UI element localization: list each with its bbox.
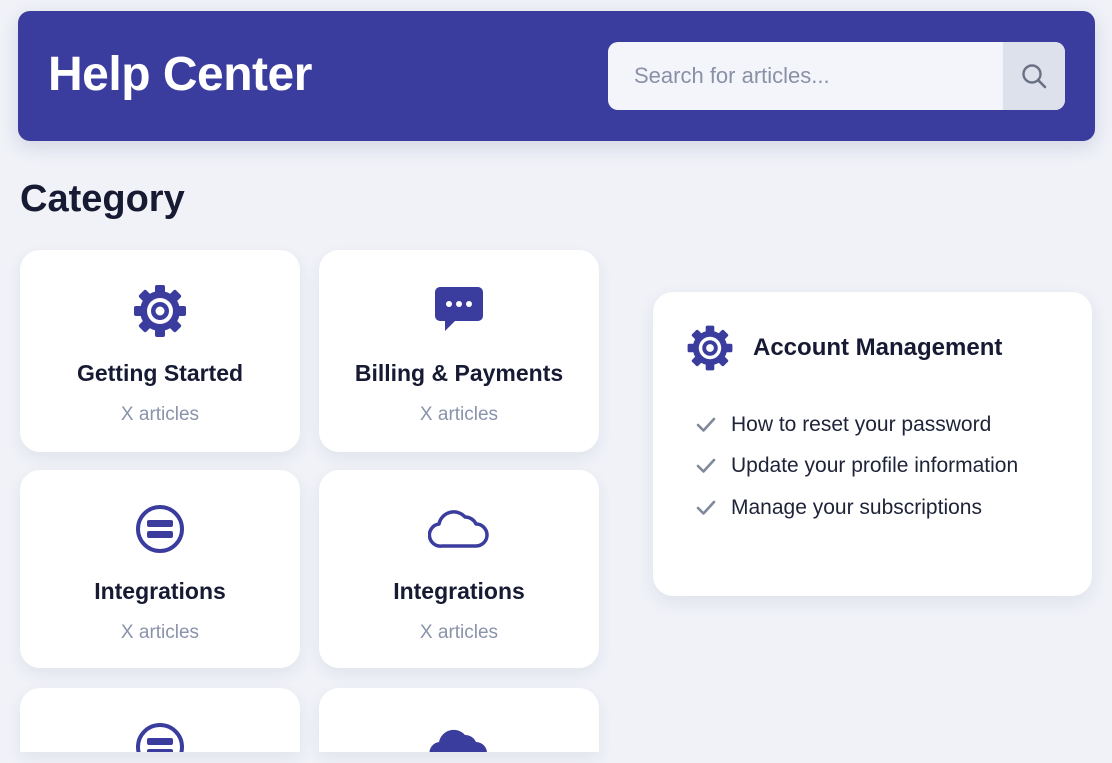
category-card-count: X articles [419, 404, 499, 425]
article-link-label: Update your profile information [731, 454, 1019, 478]
category-card-integrations[interactable]: Integrations X articles [20, 470, 300, 668]
category-card-title: Getting Started [76, 360, 244, 386]
header-bar: Help Center [18, 11, 1095, 141]
article-link-label: Manage your subscriptions [731, 495, 982, 519]
cloud-icon [429, 729, 487, 752]
search-button[interactable] [1003, 42, 1065, 110]
cloud-icon [428, 510, 489, 548]
search-icon [1022, 64, 1047, 89]
category-card-partial-2[interactable] [319, 688, 599, 752]
panel-article-list: How to reset your password Update your p… [695, 404, 1018, 529]
section-heading: Category [20, 178, 185, 220]
article-link-manage-subscriptions[interactable]: Manage your subscriptions [695, 487, 1018, 529]
article-link-reset-password[interactable]: How to reset your password [695, 404, 1018, 446]
check-icon [695, 499, 731, 517]
stack-icon [136, 505, 184, 553]
category-card-title: Integrations [393, 578, 525, 604]
category-card-count: X articles [419, 622, 499, 643]
check-icon [695, 416, 731, 434]
category-card-partial-1[interactable] [20, 688, 300, 752]
page-title: Help Center [48, 48, 312, 101]
search-input[interactable] [608, 42, 1002, 110]
gear-icon [687, 325, 733, 371]
category-card-title: Integrations [94, 578, 226, 604]
search-box [608, 42, 1065, 110]
category-card-count: X articles [120, 404, 200, 425]
panel-title: Account Management [753, 334, 1003, 361]
account-management-panel: Account Management How to reset your pas… [653, 292, 1092, 596]
article-link-label: How to reset your password [731, 412, 992, 436]
category-card-getting-started[interactable]: Getting Started X articles [20, 250, 300, 452]
category-card-integrations-cloud[interactable]: Integrations X articles [319, 470, 599, 668]
stack-icon [136, 723, 184, 752]
category-card-billing-payments[interactable]: Billing & Payments X articles [319, 250, 599, 452]
gear-icon [134, 285, 186, 337]
category-card-count: X articles [120, 622, 200, 643]
chat-bubble-icon [435, 287, 483, 331]
category-card-title: Billing & Payments [354, 360, 564, 386]
check-icon [695, 457, 731, 475]
article-link-update-profile[interactable]: Update your profile information [695, 446, 1018, 488]
